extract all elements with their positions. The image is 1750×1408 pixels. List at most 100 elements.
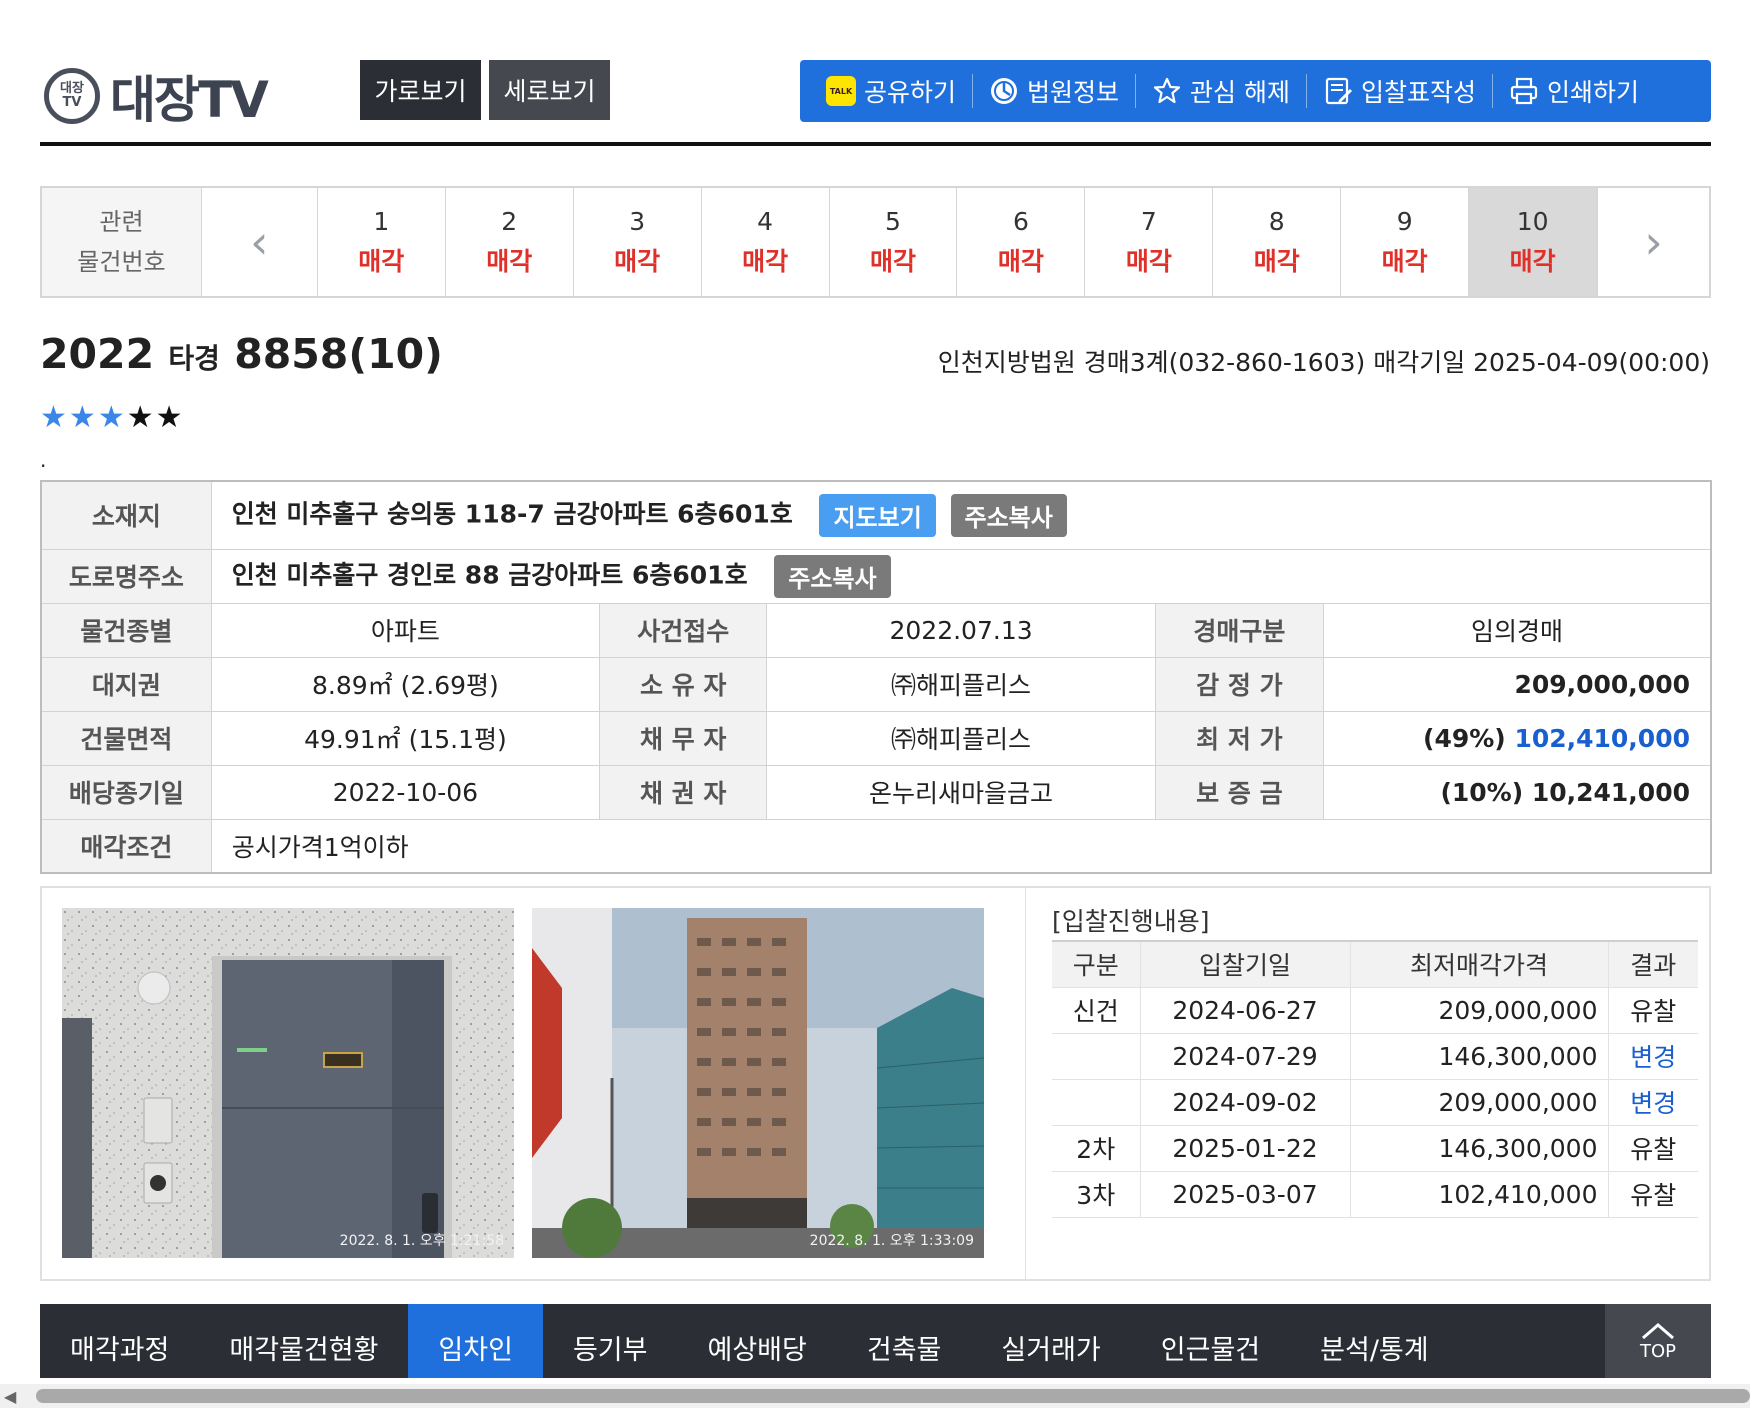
chevron-up-icon (1642, 1322, 1674, 1339)
panel-divider (1025, 888, 1026, 1280)
site-logo[interactable]: 대장 TV 대장TV (44, 60, 269, 132)
property-info-table: 소재지 인천 미추홀구 숭의동 118-7 금강아파트 6층601호 지도보기 … (40, 480, 1712, 874)
logo-badge-line1: 대장 (60, 81, 84, 96)
tab-real-transactions[interactable]: 실거래가 (971, 1304, 1130, 1378)
auction-type-value: 임의경매 (1322, 602, 1712, 658)
table-row: 2024-09-02 209,000,000 변경 (1052, 1079, 1698, 1126)
bidding-title: [입찰진행내용] (1052, 907, 1210, 936)
star-filled-icon: ★ (68, 400, 98, 435)
vertical-view-button[interactable]: 세로보기 (489, 60, 610, 120)
tab-building[interactable]: 건축물 (837, 1304, 972, 1378)
tab-nearby-items[interactable]: 인근물건 (1131, 1304, 1290, 1378)
edit-document-icon (1323, 76, 1353, 106)
property-photo-building[interactable]: 2022. 8. 1. 오후 1:33:09 (532, 908, 984, 1258)
scroll-top-button[interactable]: TOP (1605, 1304, 1711, 1378)
chevron-left-icon: ‹ (250, 215, 269, 269)
bid-min-price: 146,300,000 (1350, 1125, 1609, 1172)
top-label: TOP (1639, 1340, 1677, 1362)
pager-item[interactable]: 3 매각 (574, 188, 702, 296)
pager-item-number: 7 (1140, 207, 1157, 236)
deposit-label: 보 증 금 (1154, 764, 1324, 820)
share-label: 공유하기 (864, 78, 957, 107)
table-row: 배당종기일 2022-10-06 채 권 자 온누리새마을금고 보 증 금 (1… (40, 764, 1712, 820)
bid-form-button[interactable]: 입찰표작성 (1305, 74, 1492, 108)
action-toolbar: TALK 공유하기 법원정보 관심 해제 입찰표작성 인쇄하기 (800, 60, 1711, 122)
court-info-label: 법원정보 (1027, 78, 1120, 107)
copy-address-button[interactable]: 주소복사 (950, 493, 1067, 537)
property-type-value: 아파트 (210, 602, 601, 658)
pager-item-number: 9 (1396, 207, 1413, 236)
horizontal-scrollbar[interactable]: ◀ (0, 1384, 1750, 1408)
pager-item[interactable]: 7 매각 (1085, 188, 1214, 296)
table-row: 도로명주소 인천 미추홀구 경인로 88 금강아파트 6층601호 주소복사 (40, 548, 1712, 604)
table-row: 2024-07-29 146,300,000 변경 (1052, 1033, 1698, 1080)
pager-prev-button[interactable]: ‹ (202, 188, 318, 296)
debtor-label: 채 무 자 (599, 710, 768, 766)
scroll-left-icon[interactable]: ◀ (4, 1387, 16, 1406)
unfavorite-button[interactable]: 관심 해제 (1135, 74, 1306, 108)
column-header: 입찰기일 (1140, 941, 1351, 988)
table-row: 건물면적 49.91㎡ (15.1평) 채 무 자 ㈜해피플리스 최 저 가 (… (40, 710, 1712, 766)
court-sale-info: 인천지방법원 경매3계(032-860-1603) 매각기일 2025-04-0… (937, 348, 1710, 377)
horizontal-view-button[interactable]: 가로보기 (360, 60, 481, 120)
unfavorite-label: 관심 해제 (1190, 78, 1290, 107)
share-button[interactable]: TALK 공유하기 (810, 74, 972, 108)
road-address-label: 도로명주소 (40, 548, 212, 604)
location-value: 인천 미추홀구 숭의동 118-7 금강아파트 6층601호 (231, 499, 793, 529)
copy-road-address-button[interactable]: 주소복사 (774, 554, 891, 598)
pager-item-active[interactable]: 10 매각 (1469, 188, 1598, 296)
print-button[interactable]: 인쇄하기 (1492, 74, 1655, 108)
tab-analysis-stats[interactable]: 분석/통계 (1290, 1304, 1458, 1378)
chevron-right-icon: › (1644, 215, 1663, 269)
pager-next-button[interactable]: › (1597, 188, 1709, 296)
pager-label-line2: 물건번호 (77, 248, 166, 276)
logo-badge-line2: TV (62, 95, 82, 110)
rating-stars: ★★★★★ (40, 400, 185, 435)
bidding-history-table: 구분 입찰기일 최저매각가격 결과 신건 2024-06-27 209,000,… (1052, 940, 1698, 1218)
bid-date: 2024-07-29 (1140, 1033, 1351, 1080)
minimum-price-value: 102,410,000 (1514, 723, 1690, 753)
related-items-pager: 관련 물건번호 ‹ 1 매각 2 매각 3 매각 4 매각 5 매각 6 매각 … (40, 186, 1711, 298)
building-area-label: 건물면적 (40, 710, 212, 766)
pager-item-status: 매각 (742, 247, 789, 276)
pager-item[interactable]: 5 매각 (830, 188, 958, 296)
bid-min-price: 146,300,000 (1350, 1033, 1609, 1080)
pager-item[interactable]: 2 매각 (446, 188, 574, 296)
map-view-button[interactable]: 지도보기 (819, 493, 936, 537)
pager-item[interactable]: 9 매각 (1341, 188, 1470, 296)
scrollbar-thumb[interactable] (36, 1389, 1750, 1403)
bid-date: 2024-09-02 (1140, 1079, 1351, 1126)
tab-expected-dividend[interactable]: 예상배당 (677, 1304, 836, 1378)
star-filled-icon: ★ (97, 400, 127, 435)
star-outline-icon (1152, 76, 1182, 106)
pager-item[interactable]: 8 매각 (1213, 188, 1342, 296)
pager-item[interactable]: 4 매각 (702, 188, 830, 296)
tab-sale-status[interactable]: 매각물건현황 (199, 1304, 408, 1378)
bid-form-label: 입찰표작성 (1360, 78, 1476, 107)
pager-item-number: 5 (885, 207, 901, 236)
road-address-value: 인천 미추홀구 경인로 88 금강아파트 6층601호 (231, 560, 748, 589)
pager-item-status: 매각 (486, 247, 533, 276)
bid-min-price: 209,000,000 (1350, 987, 1609, 1034)
table-row: 3차 2025-03-07 102,410,000 유찰 (1052, 1171, 1698, 1218)
tab-registry[interactable]: 등기부 (543, 1304, 678, 1378)
column-header: 구분 (1052, 941, 1141, 988)
pager-item[interactable]: 6 매각 (957, 188, 1086, 296)
tab-tenants[interactable]: 임차인 (408, 1304, 543, 1378)
location-cell: 인천 미추홀구 숭의동 118-7 금강아파트 6층601호 지도보기 주소복사 (210, 480, 1712, 550)
sale-condition-value: 공시가격1억이하 (210, 818, 1712, 874)
court-info-button[interactable]: 법원정보 (972, 74, 1135, 108)
bid-round: 2차 (1052, 1125, 1141, 1172)
pager-item-number: 1 (373, 207, 390, 236)
minimum-price-percent: (49%) (1423, 723, 1506, 753)
pager-item-number: 4 (757, 207, 774, 236)
tab-sale-process[interactable]: 매각과정 (40, 1304, 199, 1378)
property-photo-door[interactable]: 2022. 8. 1. 오후 1:21:58 (62, 908, 514, 1258)
dividend-deadline-value: 2022-10-06 (210, 764, 601, 820)
pager-item[interactable]: 1 매각 (318, 188, 446, 296)
table-header-row: 구분 입찰기일 최저매각가격 결과 (1052, 941, 1698, 988)
minimum-price-cell: (49%) 102,410,000 (1322, 710, 1712, 766)
star-empty-icon: ★ (126, 400, 156, 435)
owner-label: 소 유 자 (599, 656, 768, 712)
bid-date: 2025-03-07 (1140, 1171, 1351, 1218)
